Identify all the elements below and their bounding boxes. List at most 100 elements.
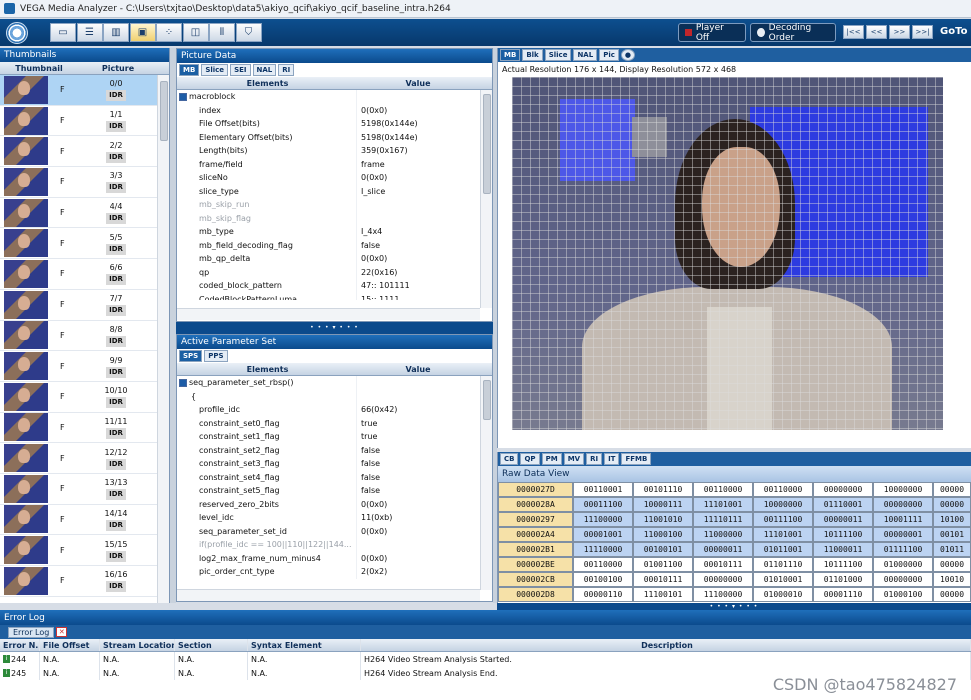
tree-row[interactable]: mb_field_decoding_flag false <box>177 238 480 252</box>
tree-row[interactable]: mb_skip_run <box>177 198 480 212</box>
collapse-icon[interactable] <box>179 378 187 387</box>
raw-data-row[interactable]: 0000028A 00011100 10000111 11101001 10000000… <box>498 497 971 512</box>
tree-row[interactable]: constraint_set1_flag true <box>177 430 480 444</box>
collapse-icon[interactable] <box>179 92 187 101</box>
next-frame-button[interactable]: >> <box>889 25 910 39</box>
tree-root-sps[interactable]: seq_parameter_set_rbsp() <box>177 376 480 390</box>
tab-mv[interactable]: MV <box>563 453 585 465</box>
decoded-frame-view[interactable] <box>512 77 943 430</box>
tree-row[interactable]: pic_order_cnt_type 2(0x2) <box>177 565 480 579</box>
clear-log-icon[interactable]: ✕ <box>56 627 68 637</box>
tree-row[interactable]: constraint_set5_flag false <box>177 484 480 498</box>
tab-nal[interactable]: NAL <box>252 64 277 76</box>
tree-row[interactable]: if(profile_idc == 100||110||122||144... <box>177 538 480 552</box>
raw-data-row[interactable]: 000002A4 00001001 11000100 11000000 11101001… <box>498 527 971 542</box>
tree-row[interactable]: index 0(0x0) <box>177 103 480 117</box>
tree-row[interactable]: CodedBlockPatternLuma 15:: 1111 <box>177 292 480 300</box>
tab-ffmb[interactable]: FFMB <box>621 453 652 465</box>
tree-row[interactable]: level_idc 11(0xb) <box>177 511 480 525</box>
tree-row[interactable]: mb_skip_flag <box>177 211 480 225</box>
tab-sps[interactable]: SPS <box>179 350 203 362</box>
tree-row[interactable]: Length(bits) 359(0x167) <box>177 144 480 158</box>
error-column-header[interactable]: Error N... <box>0 639 40 651</box>
raw-data-row[interactable]: 0000027D 00110001 00101110 00110000 00110000… <box>498 482 971 497</box>
thumbnail-row[interactable]: F 16/16 IDR <box>0 566 169 597</box>
tab-pps[interactable]: PPS <box>204 350 228 362</box>
filter-button[interactable]: ⛉ <box>235 23 262 42</box>
thumbnail-row[interactable]: F 5/5 IDR <box>0 228 169 260</box>
stream-view-button[interactable]: ▭ <box>50 23 76 42</box>
error-column-header[interactable]: Stream Location <box>100 639 175 651</box>
error-log-tab[interactable]: Error Log <box>8 626 55 638</box>
tree-row[interactable]: reserved_zero_2bits 0(0x0) <box>177 497 480 511</box>
tree-row[interactable]: frame/field frame <box>177 157 480 171</box>
thumbnail-row[interactable]: F 14/14 IDR <box>0 505 169 536</box>
picture-data-hscroll[interactable] <box>177 308 480 320</box>
tab-ri[interactable]: RI <box>278 64 295 76</box>
raw-data-row[interactable]: 000002B1 11110000 00100101 00000011 01011001… <box>498 542 971 557</box>
tree-root-macroblock[interactable]: macroblock <box>177 90 480 104</box>
tree-row[interactable]: constraint_set2_flag false <box>177 443 480 457</box>
tree-row[interactable]: Elementary Offset(bits) 5198(0x144e) <box>177 130 480 144</box>
tab-blk[interactable]: Blk <box>522 49 543 61</box>
prev-frame-button[interactable]: << <box>866 25 887 39</box>
tree-row[interactable]: constraint_set3_flag false <box>177 457 480 471</box>
thumbnail-row[interactable]: F 1/1 IDR <box>0 106 169 137</box>
picture-data-vscroll[interactable] <box>480 90 492 308</box>
error-column-header[interactable]: File Offset <box>40 639 100 651</box>
thumbnail-row[interactable]: F 13/13 IDR <box>0 474 169 505</box>
bottom-splitter[interactable]: • • • ▾ • • • <box>497 603 971 610</box>
bar-chart-button[interactable]: ▥ <box>103 23 129 42</box>
thumbnail-row[interactable]: F 15/15 IDR <box>0 535 169 566</box>
tree-row[interactable]: log2_max_frame_num_minus4 0(0x0) <box>177 551 480 565</box>
tab-qp[interactable]: QP <box>520 453 540 465</box>
frame-view-button[interactable]: ▣ <box>129 23 156 42</box>
tree-row[interactable]: sliceNo 0(0x0) <box>177 171 480 185</box>
raw-data-row[interactable]: 000002D8 00000110 11100101 11100000 01000010… <box>498 587 971 602</box>
tab-nal[interactable]: NAL <box>573 49 598 61</box>
tab-sei[interactable]: SEI <box>230 64 251 76</box>
thumbnail-row[interactable]: F 11/11 IDR <box>0 413 169 444</box>
left-vertical-splitter[interactable] <box>170 48 176 603</box>
error-column-header[interactable]: Section <box>175 639 248 651</box>
goto-button[interactable]: GoTo <box>940 26 967 37</box>
parameter-set-vscroll[interactable] <box>480 376 492 590</box>
raw-data-row[interactable]: 000002BE 00110000 01001100 00010111 01101110… <box>498 557 971 572</box>
tab-pic[interactable]: Pic <box>599 49 619 61</box>
raw-data-row[interactable]: 00000297 11100000 11001010 11110111 00111100… <box>498 512 971 527</box>
split-view-button[interactable]: ◫ <box>182 23 209 42</box>
thumbnail-row[interactable]: F 6/6 IDR <box>0 259 169 290</box>
parameter-set-vscroll-thumb[interactable] <box>483 380 491 420</box>
error-column-header[interactable]: Description <box>361 639 971 651</box>
tree-row[interactable]: constraint_set4_flag false <box>177 470 480 484</box>
parameter-set-hscroll[interactable] <box>177 589 480 601</box>
thumbnail-row[interactable]: F 2/2 IDR <box>0 136 169 168</box>
tab-mb[interactable]: MB <box>500 49 521 61</box>
decoding-order-toggle[interactable]: Decoding Order <box>750 23 836 43</box>
first-frame-button[interactable]: |<< <box>843 25 864 39</box>
tree-row[interactable]: mb_qp_delta 0(0x0) <box>177 252 480 266</box>
thumbnail-row[interactable]: F 3/3 IDR <box>0 167 169 198</box>
last-frame-button[interactable]: >>| <box>912 25 933 39</box>
tab-ri[interactable]: RI <box>586 453 603 465</box>
list-view-button[interactable]: ☰ <box>76 23 103 42</box>
error-log-row[interactable]: i 244 N.A. N.A. N.A. N.A. H264 Video Stream An… <box>0 652 971 666</box>
thumbnail-row[interactable]: F 0/0 IDR <box>0 75 169 106</box>
tree-row[interactable]: File Offset(bits) 5198(0x144e) <box>177 117 480 131</box>
tree-row[interactable]: seq_parameter_set_id 0(0x0) <box>177 524 480 538</box>
thumbnail-scroll-thumb[interactable] <box>160 81 168 141</box>
thumbnail-row[interactable]: F 12/12 IDR <box>0 443 169 474</box>
raw-data-row[interactable]: 000002CB 00100100 00010111 00000000 01010001… <box>498 572 971 587</box>
horizontal-splitter[interactable]: • • • ▾ • • • <box>176 322 493 334</box>
tab-it[interactable]: IT <box>604 453 620 465</box>
thumbnail-scrollbar[interactable] <box>157 75 169 603</box>
thumbnail-row[interactable]: F 8/8 IDR <box>0 321 169 352</box>
tab-pm[interactable]: PM <box>541 453 562 465</box>
grid-view-button[interactable]: ⁘ <box>156 23 182 42</box>
error-column-header[interactable]: Syntax Element <box>248 639 361 651</box>
tab-slice[interactable]: Slice <box>201 64 229 76</box>
picture-data-vscroll-thumb[interactable] <box>483 94 491 194</box>
tree-row[interactable]: slice_type I_slice <box>177 184 480 198</box>
tab-slice[interactable]: Slice <box>544 49 572 61</box>
thumbnail-row[interactable]: F 7/7 IDR <box>0 290 169 321</box>
